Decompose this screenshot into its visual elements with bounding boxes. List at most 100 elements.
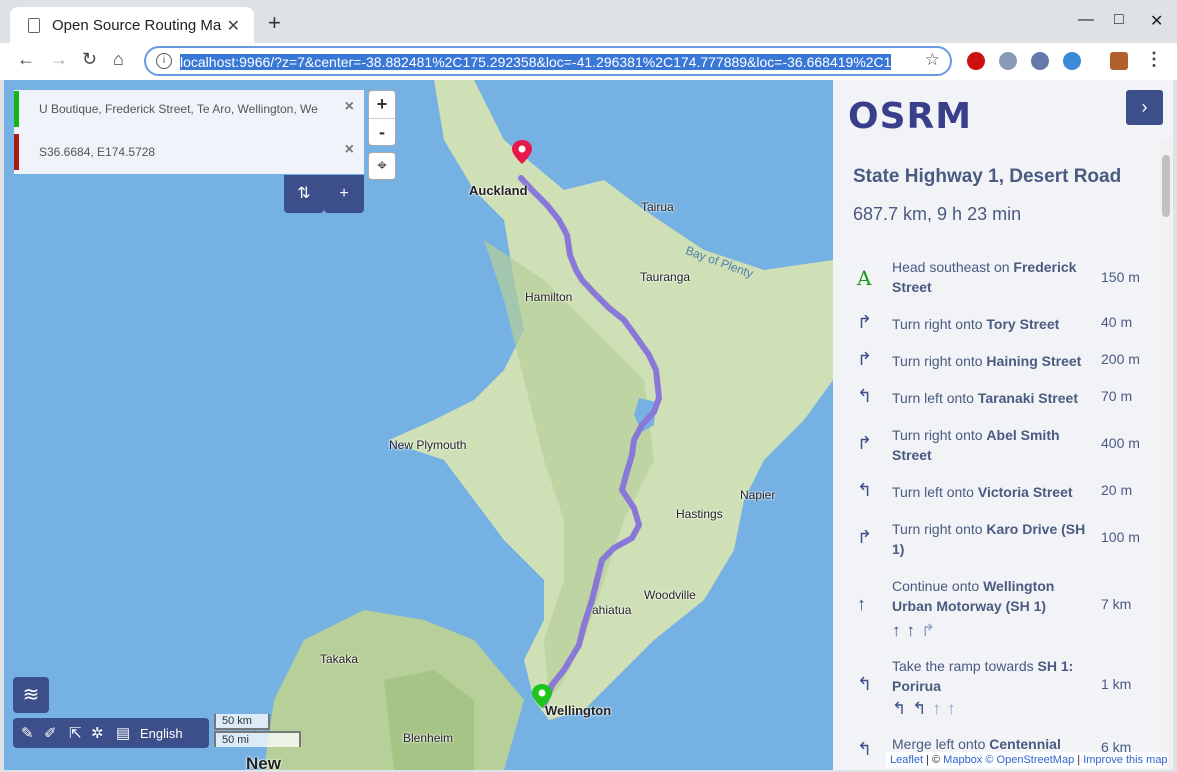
layers-button[interactable]: ≋ xyxy=(13,677,49,713)
bookmark-star-icon[interactable]: ☆ xyxy=(925,50,940,70)
place-label: Auckland xyxy=(469,183,528,198)
back-button[interactable]: ← xyxy=(17,49,35,70)
reverse-route-button[interactable]: ⇅ xyxy=(284,175,324,213)
instruction-row[interactable]: ↱ Turn right onto Abel Smith Street 400 … xyxy=(833,418,1158,475)
place-label: Takaka xyxy=(320,652,359,666)
url-text[interactable]: localhost:9966/?z=7&center=-38.882481%2C… xyxy=(180,52,916,72)
minimize-button[interactable]: — xyxy=(1078,11,1094,29)
zoom-out-button[interactable]: - xyxy=(369,119,395,146)
address-bar[interactable]: i localhost:9966/?z=7&center=-38.882481%… xyxy=(144,46,952,76)
instruction-list: A Head southeast on Frederick Street 150… xyxy=(833,250,1158,769)
lane-straight-icon: ↑ xyxy=(906,621,921,640)
open-link-icon[interactable]: ⇱ xyxy=(69,724,82,742)
edit-map-icon[interactable]: ✐ xyxy=(44,724,57,742)
globe-extension-icon[interactable] xyxy=(1063,52,1081,70)
route-title: State Highway 1, Desert Road xyxy=(853,166,1122,187)
instruction-row[interactable]: ↱ Turn right onto Tory Street 40 m xyxy=(833,307,1158,344)
place-label: ahiatua xyxy=(592,603,632,617)
browser-toolbar: ← → ↻ ⌂ i localhost:9966/?z=7&center=-38… xyxy=(0,43,1177,81)
language-select[interactable]: English xyxy=(140,726,183,741)
waypoint-start-input[interactable]: U Boutique, Frederick Street, Te Aro, We… xyxy=(39,102,324,116)
turn-left-icon: ↰ xyxy=(857,386,873,406)
add-waypoint-button[interactable]: + xyxy=(324,175,364,213)
info-icon[interactable]: i xyxy=(156,53,172,69)
scrollbar-thumb[interactable] xyxy=(1162,155,1170,217)
instruction-row[interactable]: ↰ Turn left onto Taranaki Street 70 m xyxy=(833,381,1158,418)
turn-left-icon: ↰ xyxy=(857,480,873,500)
tab-title: Open Source Routing Mac xyxy=(52,16,222,34)
turn-right-icon: ↱ xyxy=(857,349,873,369)
maximize-button[interactable]: □ xyxy=(1114,11,1124,29)
step-distance: 70 m xyxy=(1101,388,1133,404)
step-distance: 7 km xyxy=(1101,596,1132,612)
map-canvas[interactable]: Auckland Tairua Bay of Plenty Tauranga H… xyxy=(4,80,833,770)
reload-button[interactable]: ↻ xyxy=(82,49,97,70)
debug-icon[interactable]: ✲ xyxy=(91,724,104,742)
locate-button[interactable]: ⌖ xyxy=(368,152,396,180)
place-label: Tairua xyxy=(641,200,674,214)
osm-link[interactable]: © OpenStreetMap xyxy=(985,754,1074,766)
profile-avatar[interactable] xyxy=(1110,52,1128,70)
new-tab-button[interactable]: + xyxy=(268,12,281,34)
instruction-row[interactable]: ↱ Turn right onto Haining Street 200 m xyxy=(833,344,1158,381)
home-button[interactable]: ⌂ xyxy=(113,49,124,70)
browser-tab[interactable]: Open Source Routing Mac ✕ xyxy=(10,7,254,43)
step-distance: 400 m xyxy=(1101,435,1140,451)
place-label: Napier xyxy=(740,488,776,502)
end-marker-icon[interactable] xyxy=(512,140,532,164)
place-label: New Plymouth xyxy=(389,438,467,452)
step-distance: 1 km xyxy=(1101,676,1132,692)
waypoint-start[interactable]: U Boutique, Frederick Street, Te Aro, We… xyxy=(14,91,364,127)
collapse-sidebar-button[interactable]: › xyxy=(1126,90,1163,125)
place-label: Wellington xyxy=(545,703,612,718)
improve-map-link[interactable]: Improve this map xyxy=(1083,754,1167,766)
menu-kebab-icon[interactable]: ⋮ xyxy=(1145,49,1163,70)
eyedropper-extension-icon[interactable] xyxy=(1031,52,1049,70)
map-terrain xyxy=(264,80,833,770)
remove-waypoint-icon[interactable]: × xyxy=(345,98,354,116)
place-label: Blenheim xyxy=(403,731,454,745)
forward-button[interactable]: → xyxy=(50,49,68,70)
extension-icon[interactable] xyxy=(999,52,1017,70)
scale-km: 50 km xyxy=(214,714,270,730)
step-distance: 100 m xyxy=(1101,529,1140,545)
turn-left-icon: ↰ xyxy=(857,739,873,759)
place-label: Woodville xyxy=(644,588,696,602)
close-window-button[interactable]: ✕ xyxy=(1150,11,1163,31)
tab-close-icon[interactable]: ✕ xyxy=(227,16,240,36)
step-distance: 150 m xyxy=(1101,269,1140,285)
turn-right-icon: ↱ xyxy=(857,527,873,547)
lane-guidance: ↑↑↱ xyxy=(892,621,941,641)
turn-right-icon: ↱ xyxy=(857,433,873,453)
waypoint-end-input[interactable]: S36.6684, E174.5728 xyxy=(39,145,324,159)
scale-mi: 50 mi xyxy=(214,731,301,747)
zoom-in-button[interactable]: + xyxy=(369,91,395,119)
lane-straight-icon: ↑ xyxy=(947,699,962,718)
zoom-control: + - xyxy=(368,90,396,146)
directions-sidebar: OSRM › State Highway 1, Desert Road 687.… xyxy=(833,80,1173,770)
instruction-row[interactable]: A Head southeast on Frederick Street 150… xyxy=(833,250,1158,307)
edit-icon[interactable]: ✎ xyxy=(21,724,34,742)
instruction-row[interactable]: ↱ Turn right onto Karo Drive (SH 1) 100 … xyxy=(833,512,1158,569)
waypoint-end[interactable]: S36.6684, E174.5728 × xyxy=(14,134,364,170)
tools-bar: ✎ ✐ ⇱ ✲ ▤ English xyxy=(13,718,209,748)
instruction-row[interactable]: ↰ Turn left onto Victoria Street 20 m xyxy=(833,475,1158,512)
lane-left-icon: ↰ xyxy=(892,699,913,718)
waypoint-start-bar xyxy=(14,91,19,127)
mapbox-link[interactable]: Mapbox xyxy=(943,754,982,766)
crosshair-icon: ⌖ xyxy=(377,156,387,175)
leaflet-link[interactable]: Leaflet xyxy=(890,754,923,766)
lane-left-icon: ↰ xyxy=(912,699,933,718)
instruction-row[interactable]: ↰ Take the ramp towards SH 1: Porirua 1 … xyxy=(833,649,1158,729)
start-marker-icon[interactable] xyxy=(532,684,552,708)
step-distance: 40 m xyxy=(1101,314,1133,330)
tab-strip: Open Source Routing Mac ✕ + — □ ✕ xyxy=(0,0,1177,43)
turn-left-icon: ↰ xyxy=(857,674,873,694)
gpx-icon[interactable]: ▤ xyxy=(116,724,130,742)
remove-waypoint-icon[interactable]: × xyxy=(345,141,354,159)
instruction-row[interactable]: ↑ Continue onto Wellington Urban Motorwa… xyxy=(833,569,1158,649)
opera-extension-icon[interactable] xyxy=(967,52,985,70)
lane-straight-icon: ↑ xyxy=(932,699,947,718)
place-label: Hastings xyxy=(676,507,723,521)
sidebar-scrollbar[interactable] xyxy=(1160,140,1172,770)
